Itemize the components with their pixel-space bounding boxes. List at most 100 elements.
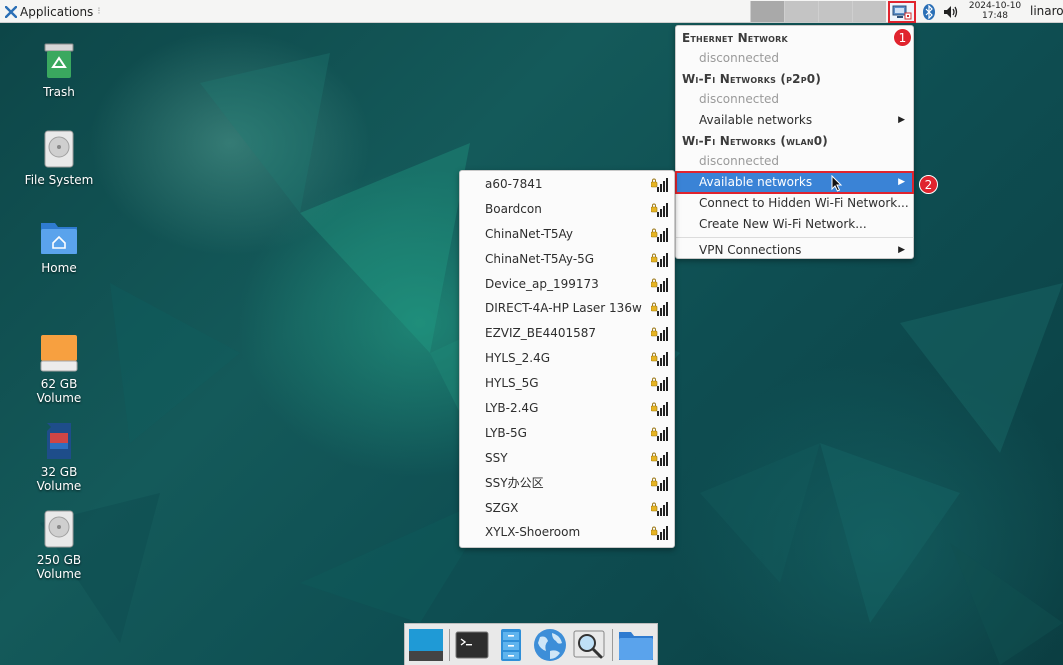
wifi-network-name: DIRECT-4A-HP Laser 136w — [485, 301, 642, 316]
submenu-arrow-icon: ▶ — [898, 115, 905, 125]
workspace-3[interactable] — [818, 1, 852, 22]
desktop-icon-label: 250 GB Volume — [36, 553, 82, 581]
desktop-icon-home[interactable]: Home — [14, 217, 104, 275]
web-browser-icon — [534, 628, 567, 661]
wifi-secure-signal-icon — [651, 526, 668, 541]
xfce-logo-icon — [5, 5, 17, 18]
wifi-network-item[interactable]: HYLS_2.4G — [460, 346, 674, 371]
wifi-network-name: ChinaNet-T5Ay-5G — [485, 251, 595, 266]
wifi-network-name: ChinaNet-T5Ay — [485, 226, 574, 241]
file-manager-button[interactable] — [494, 626, 529, 664]
wifi-network-item[interactable]: Boardcon — [460, 197, 674, 222]
grip-icon: ⁝ — [97, 6, 101, 17]
web-browser-button[interactable] — [532, 626, 568, 664]
wifi-network-name: Boardcon — [485, 201, 542, 216]
dock-separator — [449, 628, 450, 661]
network-manager-menu: Ethernet Network disconnected Wi-Fi Netw… — [675, 25, 914, 259]
folder-icon — [618, 631, 653, 660]
wifi-network-item[interactable]: EZVIZ_BE4401587 — [460, 321, 674, 346]
home-folder-icon — [39, 217, 79, 257]
wifi-secure-signal-icon — [651, 451, 668, 466]
menu-item-label: VPN Connections — [699, 243, 802, 257]
bluetooth-icon[interactable] — [918, 1, 940, 23]
mouse-cursor-icon — [831, 175, 843, 192]
callout-badge-2: 2 — [919, 175, 938, 194]
wifi-network-name: LYB-5G — [485, 425, 527, 440]
menu-separator — [676, 237, 913, 238]
wifi-network-item[interactable]: ChinaNet-T5Ay — [460, 222, 674, 247]
wifi-network-item[interactable]: a60-7841 — [460, 172, 674, 197]
workspace-1[interactable] — [750, 1, 784, 22]
wifi-network-item[interactable]: LYB-2.4G — [460, 396, 674, 421]
wifi-p2p0-status: disconnected — [699, 92, 780, 106]
create-new-wifi-item[interactable]: Create New Wi-Fi Network... — [676, 214, 913, 235]
wifi-secure-signal-icon — [651, 178, 668, 192]
ethernet-network-header: Ethernet Network — [682, 31, 788, 45]
callout-badge-1: 1 — [893, 28, 912, 47]
sd-card-icon — [39, 407, 79, 459]
workspace-4[interactable] — [852, 1, 886, 22]
menu-item-label: Available networks — [699, 175, 813, 189]
wifi-network-item[interactable]: LYB-5G — [460, 421, 674, 446]
desktop-icon-label: Home — [41, 261, 77, 275]
user-menu[interactable]: linaro — [1030, 4, 1063, 18]
wifi-network-name: HYLS_2.4G — [485, 351, 551, 366]
folder-button[interactable] — [618, 626, 654, 664]
wifi-network-name: SZGX — [485, 500, 519, 515]
wifi-network-name: Device_ap_199173 — [485, 276, 599, 291]
wifi-secure-signal-icon — [651, 227, 668, 242]
wifi-network-item[interactable]: SZGX — [460, 496, 674, 521]
show-desktop-button[interactable] — [408, 626, 444, 664]
submenu-arrow-icon: ▶ — [898, 177, 905, 187]
wifi-secure-signal-icon — [651, 302, 668, 317]
wifi-network-name: a60-7841 — [485, 177, 543, 191]
clock-time: 17:48 — [982, 11, 1008, 21]
dock-separator — [612, 628, 613, 661]
wifi-network-item[interactable]: Device_ap_199173 — [460, 272, 674, 297]
system-tray — [888, 0, 962, 23]
removable-drive-icon — [39, 319, 79, 372]
workspace-switcher — [750, 1, 886, 22]
wifi-network-item[interactable]: DIRECT-4A-HP Laser 136w — [460, 296, 674, 321]
wifi-secure-signal-icon — [651, 476, 668, 491]
wifi-secure-signal-icon — [651, 277, 668, 292]
search-icon — [573, 630, 605, 658]
desktop-icon-label: File System — [24, 173, 94, 187]
volume-icon[interactable] — [940, 1, 962, 23]
wifi-secure-signal-icon — [651, 501, 668, 516]
terminal-button[interactable] — [455, 626, 490, 664]
top-panel: Applications ⁝ 2024-10-10 17:48 linaro — [0, 0, 1063, 23]
wifi-network-item[interactable]: XYLX-Shoeroom — [460, 520, 674, 545]
available-networks-submenu: a60-7841 Boardcon ChinaNet-T5Ay ChinaNet-T5… — [459, 170, 675, 548]
show-desktop-icon — [409, 628, 443, 661]
vpn-connections-item[interactable]: VPN Connections ▶ — [676, 240, 913, 261]
wifi-secure-signal-icon — [651, 402, 668, 417]
wifi-p2p0-available-networks[interactable]: Available networks ▶ — [676, 110, 913, 131]
connect-hidden-wifi-item[interactable]: Connect to Hidden Wi-Fi Network... — [676, 193, 913, 214]
file-cabinet-icon — [500, 628, 521, 661]
wifi-network-item[interactable]: HYLS_5G — [460, 371, 674, 396]
network-manager-icon[interactable] — [888, 0, 916, 23]
app-finder-button[interactable] — [572, 626, 607, 664]
wifi-secure-signal-icon — [651, 377, 668, 392]
clock[interactable]: 2024-10-10 17:48 — [960, 1, 1030, 21]
wifi-wlan0-header: Wi-Fi Networks (wlan0) — [682, 134, 828, 148]
workspace-2[interactable] — [784, 1, 818, 22]
desktop-icon-file-system[interactable]: File System — [14, 129, 104, 187]
menu-item-label: Available networks — [699, 113, 813, 127]
trash-icon — [39, 41, 79, 81]
drive-icon — [39, 495, 79, 548]
desktop-icon-250gb-volume[interactable]: 250 GB Volume — [14, 481, 104, 595]
desktop-icon-label: Trash — [43, 85, 75, 99]
wifi-wlan0-status: disconnected — [699, 154, 780, 168]
drive-icon — [39, 129, 79, 169]
wifi-network-item[interactable]: SSY办公区 — [460, 471, 674, 496]
wifi-network-name: XYLX-Shoeroom — [485, 525, 581, 540]
wifi-network-item[interactable]: ChinaNet-T5Ay-5G — [460, 247, 674, 272]
wifi-p2p0-header: Wi-Fi Networks (p2p0) — [682, 72, 822, 86]
wifi-network-item[interactable]: SSY — [460, 446, 674, 471]
desktop-icon-trash[interactable]: Trash — [14, 41, 104, 99]
bottom-dock — [404, 623, 658, 665]
wifi-wlan0-available-networks[interactable]: Available networks ▶ — [675, 171, 914, 194]
applications-menu-button[interactable]: Applications ⁝ — [2, 2, 104, 21]
